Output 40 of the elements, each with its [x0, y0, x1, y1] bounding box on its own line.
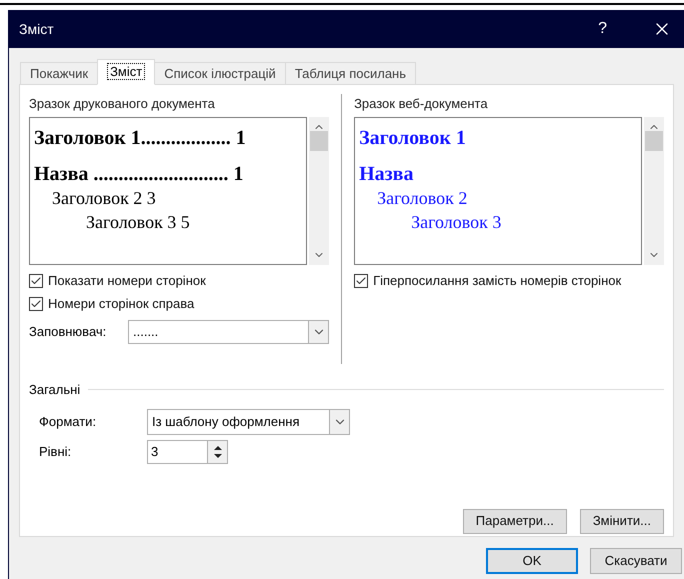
preview-line: Заголовок 2 3 — [51, 186, 157, 210]
tab[interactable]: Таблиця посилань — [284, 62, 416, 85]
leader-select[interactable]: ....... — [128, 320, 330, 344]
dialog-button[interactable]: Параметри... — [462, 508, 567, 534]
checkbox-label: Показати номери сторінок — [48, 272, 206, 290]
scroll-thumb[interactable] — [645, 130, 663, 150]
preview-line: Заголовок 1 — [359, 126, 467, 150]
scrollbar[interactable] — [644, 116, 664, 264]
check-icon — [355, 275, 368, 287]
check-icon — [30, 275, 42, 287]
preview-label: Зразок веб-документа — [354, 95, 489, 113]
preview-line: Заголовок 1.................. 1 — [34, 126, 247, 150]
checkbox[interactable] — [29, 274, 43, 288]
checkbox[interactable] — [354, 274, 368, 288]
checkbox-label: Номери сторінок справа — [48, 295, 194, 314]
preview-line: Заголовок 3 5 — [85, 210, 191, 234]
scrollbar[interactable] — [309, 116, 330, 264]
tab[interactable]: Зміст — [97, 59, 156, 85]
checkbox-label: Гіперпосилання замість номерів сторінок — [373, 272, 622, 290]
field-label: Формати: — [39, 412, 98, 431]
preview-line: Назва ........................... 1 — [34, 162, 244, 186]
levels-spinbox[interactable]: 3 — [147, 440, 228, 464]
check-icon — [30, 298, 42, 310]
checkbox[interactable] — [29, 297, 43, 311]
dialog-button[interactable]: Змінити... — [580, 508, 664, 534]
field-label: Заповнювач: — [29, 322, 108, 341]
help-button[interactable]: ? — [598, 17, 607, 41]
formats-select[interactable]: Із шаблону оформлення — [147, 408, 350, 434]
window-title: Зміст — [19, 20, 55, 38]
dialog-button[interactable]: Скасувати — [590, 548, 682, 574]
preview-line: Заголовок 3 — [410, 210, 502, 234]
preview-label: Зразок друкованого документа — [29, 95, 216, 113]
dialog-button[interactable]: OK — [486, 548, 578, 574]
scroll-thumb[interactable] — [310, 130, 328, 150]
field-label: Рівні: — [39, 442, 72, 461]
preview-line: Назва — [359, 162, 414, 186]
preview-line: Заголовок 2 — [376, 186, 468, 210]
spin-arrows-icon[interactable] — [214, 444, 222, 458]
group-title: Загальні — [29, 381, 82, 399]
tab[interactable]: Покажчик — [20, 62, 98, 85]
